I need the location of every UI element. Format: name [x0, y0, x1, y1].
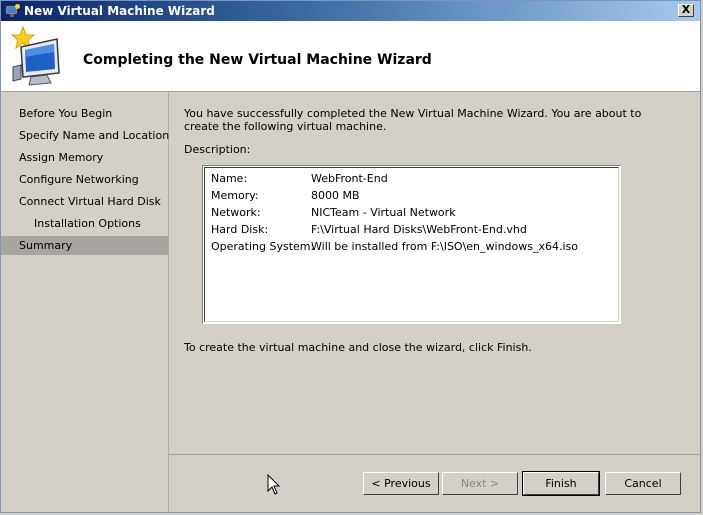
summary-value: WebFront-End — [311, 172, 388, 185]
summary-value: F:\Virtual Hard Disks\WebFront-End.vhd — [311, 223, 527, 236]
summary-value: Will be installed from F:\ISO\en_windows… — [311, 240, 579, 253]
page-title: Completing the New Virtual Machine Wizar… — [83, 52, 432, 68]
finish-button[interactable]: Finish — [522, 471, 600, 496]
wizard-header: Completing the New Virtual Machine Wizar… — [1, 21, 700, 92]
close-icon: X — [681, 3, 691, 16]
summary-key: Network: — [211, 206, 261, 219]
summary-key: Hard Disk: — [211, 223, 269, 236]
finish-instruction: To create the virtual machine and close … — [184, 341, 532, 354]
previous-button[interactable]: < Previous — [363, 472, 439, 495]
nav-item-assign-memory[interactable]: Assign Memory — [1, 148, 168, 167]
vm-wizard-icon — [5, 4, 20, 17]
summary-key: Name: — [211, 172, 248, 185]
summary-panel: You have successfully completed the New … — [169, 92, 700, 454]
nav-item-before-you-begin[interactable]: Before You Begin — [1, 104, 168, 123]
close-button[interactable]: X — [678, 4, 694, 17]
summary-value: 8000 MB — [311, 189, 360, 202]
intro-text: You have successfully completed the New … — [184, 107, 642, 133]
wizard-window: New Virtual Machine Wizard X Completing … — [0, 0, 701, 513]
description-label: Description: — [184, 143, 251, 156]
summary-key: Operating System: — [211, 240, 315, 253]
title-bar[interactable]: New Virtual Machine Wizard X — [1, 1, 700, 21]
mouse-pointer-icon — [267, 474, 281, 495]
nav-item-connect-virtual-hard-disk[interactable]: Connect Virtual Hard Disk — [1, 192, 168, 211]
summary-key: Memory: — [211, 189, 259, 202]
description-box[interactable]: Name: WebFront-End Memory: 8000 MB Netwo… — [202, 165, 621, 324]
nav-item-configure-networking[interactable]: Configure Networking — [1, 170, 168, 189]
wizard-steps-nav: Before You Begin Specify Name and Locati… — [1, 92, 169, 512]
nav-item-installation-options[interactable]: Installation Options — [1, 214, 168, 233]
next-button[interactable]: Next > — [442, 472, 518, 495]
window-title: New Virtual Machine Wizard — [24, 4, 215, 18]
button-bar: < Previous Next > Finish Cancel — [169, 454, 700, 514]
nav-item-specify-name-location[interactable]: Specify Name and Location — [1, 126, 169, 145]
cancel-button[interactable]: Cancel — [605, 472, 681, 495]
nav-item-summary[interactable]: Summary — [1, 236, 168, 255]
monitor-star-icon — [10, 25, 60, 86]
summary-value: NICTeam - Virtual Network — [311, 206, 456, 219]
